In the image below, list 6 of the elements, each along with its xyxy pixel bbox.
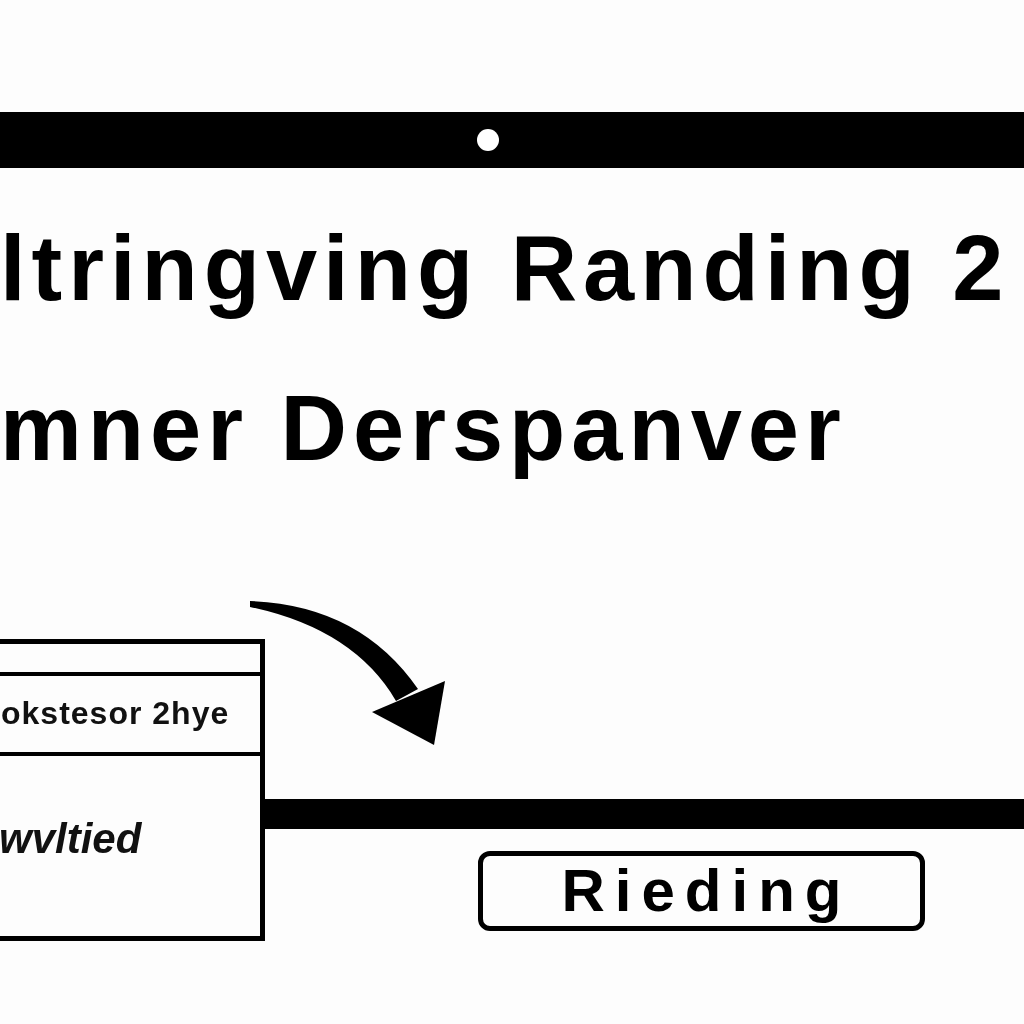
dot-icon	[477, 129, 499, 151]
heading-text: ltringving Randing 2	[0, 218, 1010, 318]
panel-row-text: okstesor 2hye	[1, 696, 230, 732]
panel-body-text: wvltied	[0, 815, 142, 863]
action-button[interactable]: Rieding	[478, 851, 925, 931]
heading-text: mner Derspanver	[0, 378, 847, 478]
